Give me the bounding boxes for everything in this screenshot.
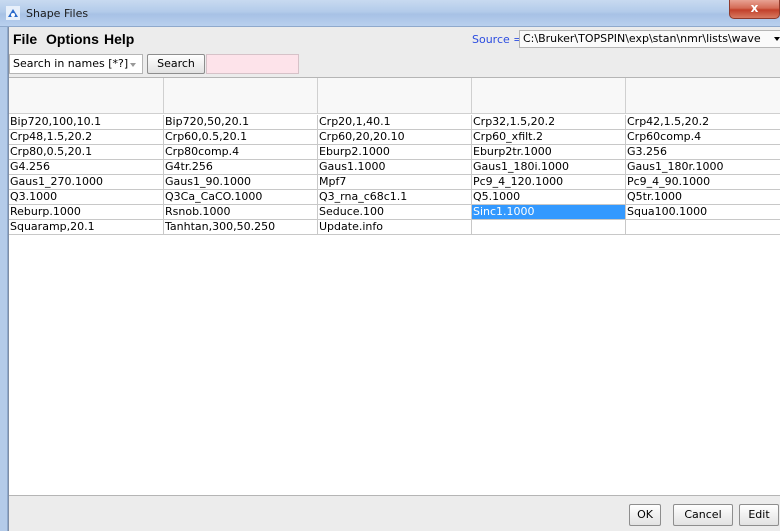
table-cell[interactable]: Crp32,1.5,20.2: [472, 115, 626, 130]
table-cell[interactable]: Seduce.100: [318, 205, 472, 220]
menu-bar: File Options Help Source = C:\Bruker\TOP…: [9, 27, 780, 51]
source-path: C:\Bruker\TOPSPIN\exp\stan\nmr\lists\wav…: [523, 32, 761, 45]
table-cell[interactable]: Eburp2.1000: [318, 145, 472, 160]
table-cell[interactable]: Tanhtan,300,50.250: [164, 220, 318, 235]
table-cell[interactable]: Gaus1_180i.1000: [472, 160, 626, 175]
cancel-button[interactable]: Cancel: [673, 504, 733, 526]
menu-help[interactable]: Help: [104, 31, 134, 47]
dialog-body: File Options Help Source = C:\Bruker\TOP…: [8, 27, 780, 531]
menu-file[interactable]: File: [13, 31, 37, 47]
table-cell[interactable]: Q5tr.1000: [626, 190, 780, 205]
shape-files-table: Bip720,100,10.1 Bip720,50,20.1 Crp20,1,40.…: [9, 77, 780, 495]
table-cell[interactable]: Crp60,20,20.10: [318, 130, 472, 145]
table-cell[interactable]: Pc9_4_90.1000: [626, 175, 780, 190]
table-cell[interactable]: G4.256: [9, 160, 164, 175]
table-cell[interactable]: Eburp2tr.1000: [472, 145, 626, 160]
table-cell[interactable]: Crp48,1.5,20.2: [9, 130, 164, 145]
table-cell[interactable]: Squa100.1000: [626, 205, 780, 220]
table-cell[interactable]: Crp60comp.4: [626, 130, 780, 145]
column-header[interactable]: [472, 78, 626, 114]
topspin-icon: [6, 6, 20, 20]
title-bar: Shape Files x: [0, 0, 780, 27]
table-cell[interactable]: Gaus1_180r.1000: [626, 160, 780, 175]
table-cell[interactable]: Reburp.1000: [9, 205, 164, 220]
table-cell[interactable]: G3.256: [626, 145, 780, 160]
table-cell[interactable]: Q5.1000: [472, 190, 626, 205]
table-cell[interactable]: Crp42,1.5,20.2: [626, 115, 780, 130]
window-title: Shape Files: [26, 7, 89, 20]
window-frame: [0, 27, 8, 531]
table-cell[interactable]: [472, 220, 626, 235]
table-cell[interactable]: Gaus1_270.1000: [9, 175, 164, 190]
table-header: [9, 78, 780, 114]
table-cell[interactable]: Pc9_4_120.1000: [472, 175, 626, 190]
table-cell[interactable]: Mpf7: [318, 175, 472, 190]
close-button[interactable]: x: [729, 0, 780, 19]
search-input[interactable]: [206, 54, 299, 74]
table-cell[interactable]: Update.info: [318, 220, 472, 235]
edit-button[interactable]: Edit: [739, 504, 779, 526]
menu-options[interactable]: Options: [46, 31, 99, 47]
table-cell[interactable]: Bip720,100,10.1: [9, 115, 164, 130]
column-header[interactable]: [318, 78, 472, 114]
table-cell[interactable]: Q3Ca_CaCO.1000: [164, 190, 318, 205]
table-cell[interactable]: Q3_rna_c68c1.1: [318, 190, 472, 205]
source-select[interactable]: C:\Bruker\TOPSPIN\exp\stan\nmr\lists\wav…: [519, 30, 780, 48]
search-mode-select[interactable]: Search in names [*?]: [9, 54, 143, 74]
table-cell[interactable]: Crp60_xfilt.2: [472, 130, 626, 145]
column-header[interactable]: [164, 78, 318, 114]
search-mode-value: Search in names [*?]: [13, 57, 129, 70]
table-cell[interactable]: Rsnob.1000: [164, 205, 318, 220]
ok-button[interactable]: OK: [629, 504, 661, 526]
table-cell[interactable]: Gaus1_90.1000: [164, 175, 318, 190]
table-cell[interactable]: Bip720,50,20.1: [164, 115, 318, 130]
chevron-down-icon: [130, 63, 136, 67]
table-cell[interactable]: Crp20,1,40.1: [318, 115, 472, 130]
table-cell[interactable]: Crp60,0.5,20.1: [164, 130, 318, 145]
column-header[interactable]: [9, 78, 164, 114]
table-cell[interactable]: Squaramp,20.1: [9, 220, 164, 235]
button-bar: OK Cancel Edit: [9, 495, 780, 531]
table-cell[interactable]: Gaus1.1000: [318, 160, 472, 175]
table-cell[interactable]: Sinc1.1000: [472, 205, 626, 220]
table-cell[interactable]: Q3.1000: [9, 190, 164, 205]
column-header[interactable]: [626, 78, 780, 114]
table-cell[interactable]: Crp80,0.5,20.1: [9, 145, 164, 160]
source-label: Source =: [472, 33, 523, 46]
table-cell[interactable]: [626, 220, 780, 235]
table-cell[interactable]: G4tr.256: [164, 160, 318, 175]
table-cell[interactable]: Crp80comp.4: [164, 145, 318, 160]
chevron-down-icon: [774, 37, 780, 41]
search-button[interactable]: Search: [147, 54, 205, 74]
